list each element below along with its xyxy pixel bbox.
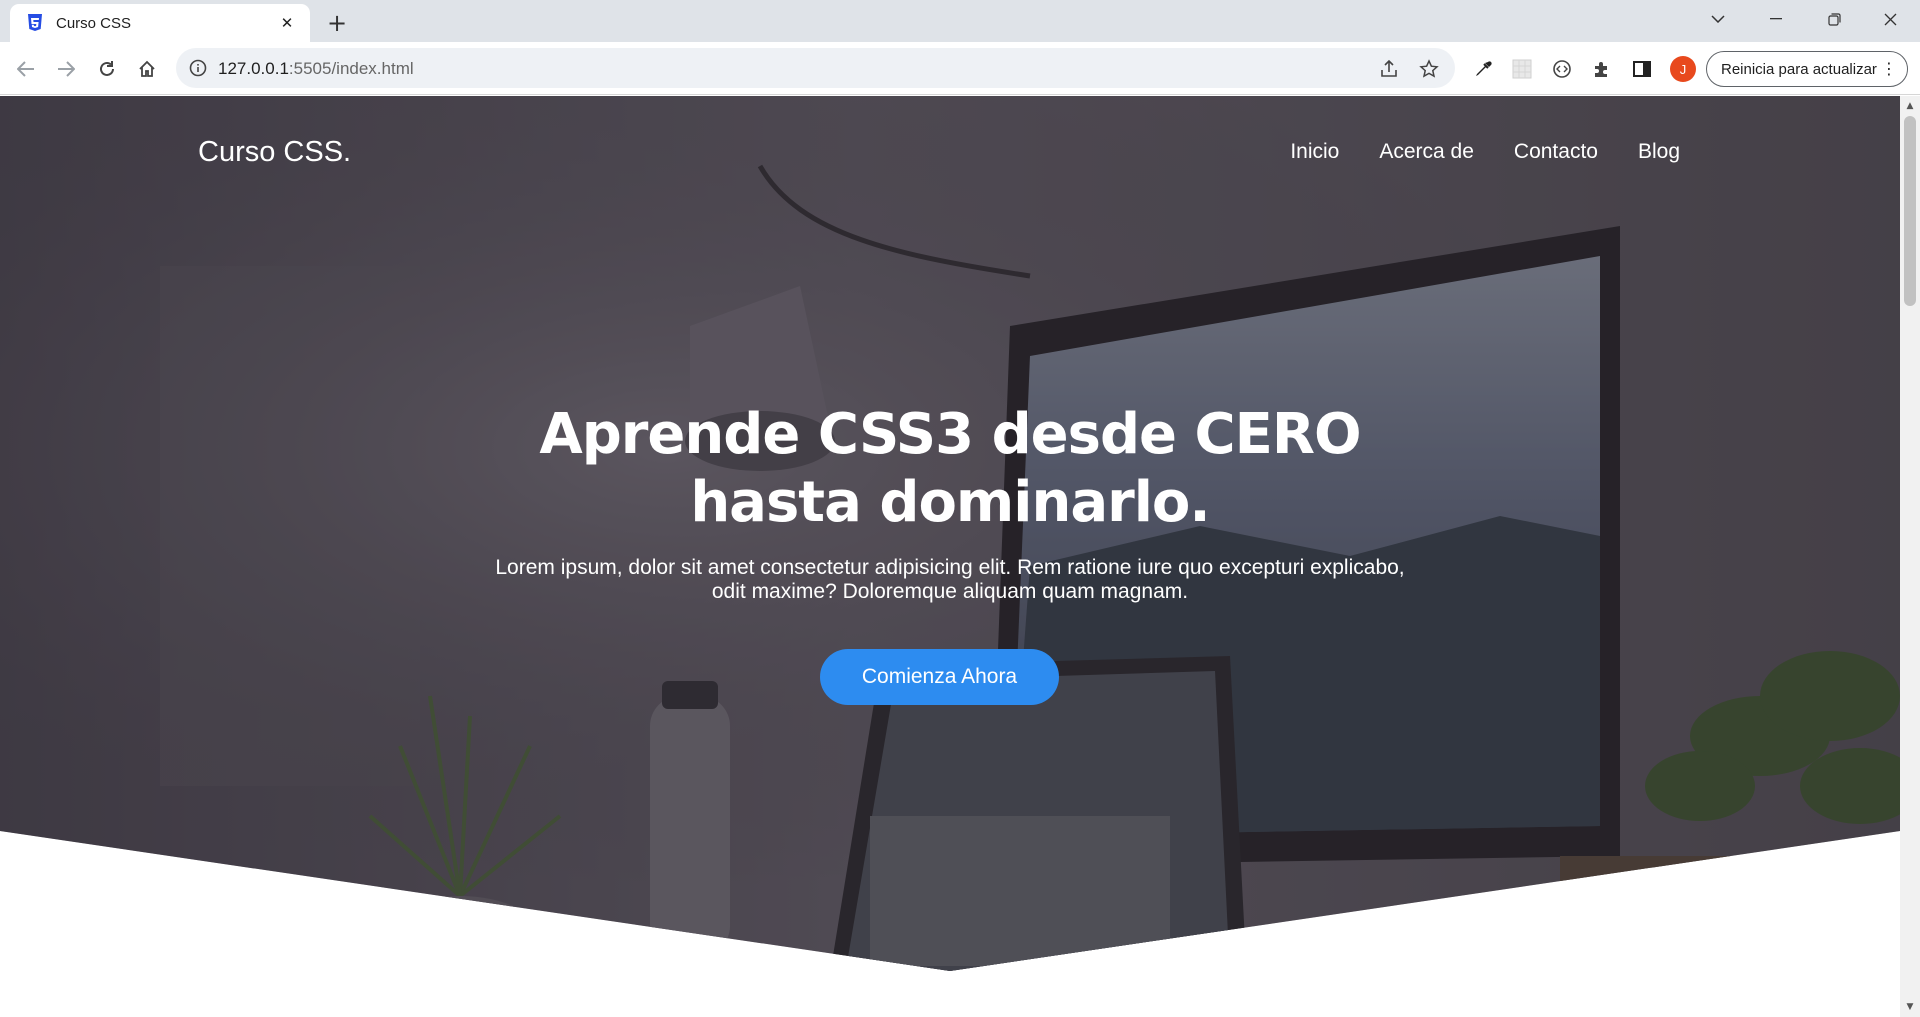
tab-title: Curso CSS — [56, 14, 132, 32]
tab-search-chevron-icon[interactable] — [1690, 0, 1746, 38]
browser-tab-strip: Curso CSS ✕ + — [0, 0, 1920, 42]
back-arrow-icon[interactable] — [10, 53, 42, 85]
nav-link-acerca-de[interactable]: Acerca de — [1379, 140, 1474, 164]
page-viewport: Curso CSS. Inicio Acerca de Contacto Blo… — [0, 96, 1900, 1017]
address-bar[interactable]: 127.0.0.1:5505/index.html — [176, 48, 1455, 88]
nav-link-blog[interactable]: Blog — [1638, 140, 1680, 164]
tab-close-icon[interactable]: ✕ — [276, 12, 298, 34]
update-button-label: Reinicia para actualizar — [1721, 60, 1877, 78]
browser-tab[interactable]: Curso CSS ✕ — [10, 4, 310, 42]
eyedropper-extension-icon[interactable] — [1467, 53, 1499, 85]
extensions-puzzle-icon[interactable] — [1586, 53, 1618, 85]
grid-extension-icon[interactable] — [1506, 53, 1538, 85]
profile-avatar[interactable]: J — [1670, 56, 1696, 82]
hero-title: Aprende CSS3 desde CERO hasta dominarlo. — [0, 401, 1900, 537]
nav-link-contacto[interactable]: Contacto — [1514, 140, 1598, 164]
code-extension-icon[interactable] — [1546, 53, 1578, 85]
scrollbar-thumb[interactable] — [1904, 116, 1916, 306]
kebab-menu-icon[interactable]: ⋮ — [1881, 59, 1897, 78]
side-panel-icon[interactable] — [1626, 53, 1658, 85]
main-nav: Inicio Acerca de Contacto Blog — [1290, 140, 1680, 164]
scroll-down-arrow-icon[interactable]: ▼ — [1904, 1001, 1916, 1013]
update-button[interactable]: Reinicia para actualizar ⋮ — [1706, 51, 1908, 87]
site-info-icon[interactable] — [188, 58, 208, 78]
url-text[interactable]: 127.0.0.1:5505/index.html — [218, 59, 414, 79]
hero-description-line-1: Lorem ipsum, dolor sit amet consectetur … — [495, 556, 1405, 579]
new-tab-icon[interactable]: + — [322, 8, 352, 38]
site-logo[interactable]: Curso CSS. — [198, 136, 351, 169]
forward-arrow-icon[interactable] — [50, 53, 82, 85]
close-window-icon[interactable] — [1862, 0, 1918, 38]
css3-favicon-icon — [26, 13, 44, 33]
hero-description-line-2: odit maxime? Doloremque aliquam quam mag… — [711, 580, 1189, 603]
hero-title-line-2: hasta dominarlo. — [690, 470, 1210, 535]
reload-icon[interactable] — [91, 53, 123, 85]
scroll-up-arrow-icon[interactable]: ▲ — [1904, 100, 1916, 112]
bookmark-star-icon[interactable] — [1418, 58, 1440, 80]
share-icon[interactable] — [1378, 58, 1400, 80]
hero-section: Curso CSS. Inicio Acerca de Contacto Blo… — [0, 96, 1900, 971]
url-path: :5505/index.html — [288, 59, 414, 78]
hero-title-line-1: Aprende CSS3 desde CERO — [539, 402, 1361, 467]
browser-toolbar: 127.0.0.1:5505/index.html J Reinicia par… — [0, 42, 1920, 95]
minimize-icon[interactable] — [1748, 0, 1804, 38]
nav-link-inicio[interactable]: Inicio — [1290, 140, 1339, 164]
hero-description: Lorem ipsum, dolor sit amet consectetur … — [0, 556, 1900, 604]
url-host: 127.0.0.1 — [218, 59, 289, 78]
comienza-ahora-button[interactable]: Comienza Ahora — [820, 649, 1059, 705]
home-icon[interactable] — [131, 53, 163, 85]
page-scrollbar[interactable]: ▲ ▼ — [1900, 96, 1920, 1017]
restore-icon[interactable] — [1806, 0, 1862, 38]
